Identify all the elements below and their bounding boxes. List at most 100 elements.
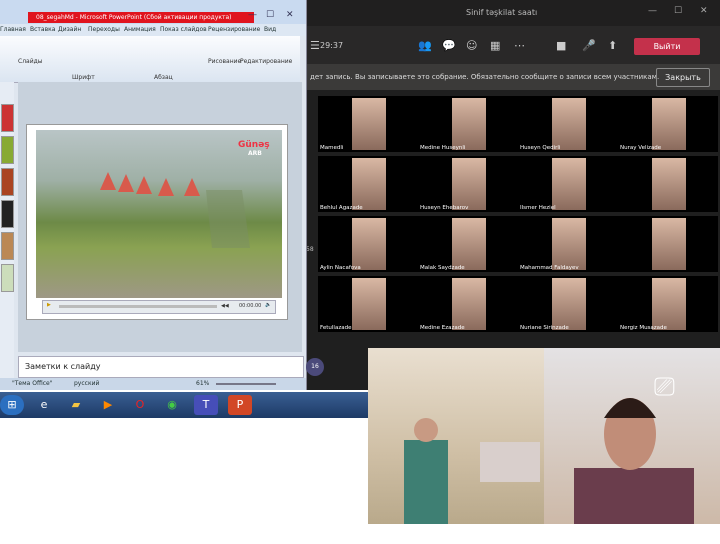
tab-transitions[interactable]: Переходы bbox=[88, 26, 120, 33]
slide-thumbnail[interactable] bbox=[1, 168, 14, 196]
tab-animation[interactable]: Анимация bbox=[124, 26, 156, 33]
video-feed bbox=[552, 218, 586, 270]
powerpoint-icon[interactable]: P bbox=[228, 395, 252, 415]
rewind-icon[interactable]: ◀◀ bbox=[221, 303, 229, 309]
ie-icon[interactable]: e bbox=[32, 395, 56, 415]
video-feed bbox=[452, 278, 486, 330]
share-icon[interactable]: ⬆ bbox=[608, 39, 617, 52]
teams-window: Sinif təşkilat saatı — ☐ ✕ ☰ 29:37 👥 💬 ☺… bbox=[306, 0, 720, 390]
camera-icon[interactable]: ■ bbox=[556, 39, 566, 52]
video-time: 00:00.00 bbox=[239, 303, 262, 309]
slide-thumbnail[interactable] bbox=[1, 136, 14, 164]
teacher-figure bbox=[574, 398, 694, 524]
participant-tile[interactable]: Mamedli bbox=[318, 96, 418, 152]
participant-tile[interactable]: Mahammad Faldayev bbox=[518, 216, 618, 272]
drawing-button[interactable]: Рисование bbox=[208, 58, 241, 65]
participants-icon[interactable]: 👥 bbox=[418, 39, 432, 52]
video-feed bbox=[352, 278, 386, 330]
breakout-icon[interactable]: ▦ bbox=[490, 39, 500, 52]
close-icon[interactable]: ✕ bbox=[700, 6, 708, 16]
tab-home[interactable]: Главная bbox=[0, 26, 26, 33]
participant-name: Ilsmer Heziel bbox=[520, 205, 556, 211]
participant-tile[interactable]: Huseyn Qedirli bbox=[518, 96, 618, 152]
participant-tile[interactable]: Medine Huseynli bbox=[418, 96, 518, 152]
minimize-icon[interactable]: — bbox=[648, 6, 657, 16]
tab-review[interactable]: Рецензирование bbox=[208, 26, 260, 33]
slide-thumbnail[interactable] bbox=[1, 200, 14, 228]
tab-slideshow[interactable]: Показ слайдов bbox=[160, 26, 207, 33]
dancer bbox=[118, 174, 134, 192]
participant-tile[interactable]: Nuriane Sirinzade bbox=[518, 276, 618, 332]
participant-tile[interactable]: Aylin Nacafova bbox=[318, 216, 418, 272]
dancer bbox=[100, 172, 116, 190]
video-feed bbox=[652, 218, 686, 270]
slide-thumbnail[interactable] bbox=[1, 264, 14, 292]
participant-tile[interactable]: Behlul Agazade bbox=[318, 156, 418, 212]
powerpoint-window: 08_segahMd - Microsoft PowerPoint (Сбой … bbox=[0, 0, 307, 390]
extra-participants-count[interactable]: 16 bbox=[306, 358, 324, 376]
participant-tile[interactable]: Fetullazade bbox=[318, 276, 418, 332]
more-icon[interactable]: ⋯ bbox=[514, 39, 525, 52]
chat-icon[interactable]: 💬 bbox=[442, 39, 456, 52]
meeting-timer: 29:37 bbox=[320, 41, 344, 50]
ribbon: Слайды Шрифт Абзац Рисование Редактирова… bbox=[0, 36, 300, 83]
notes-placeholder: Заметки к слайду bbox=[25, 362, 101, 371]
close-icon[interactable]: ✕ bbox=[286, 10, 294, 20]
meeting-toolbar: ☰ 29:37 👥 💬 ☺ ▦ ⋯ ■ 🎤 ⬆ Выйти bbox=[306, 26, 720, 64]
participant-tile[interactable]: Malak Saydzade bbox=[418, 216, 518, 272]
participant-name: Nergiz Musazade bbox=[620, 325, 667, 331]
video-feed bbox=[552, 98, 586, 150]
notes-pane[interactable]: Заметки к слайду bbox=[18, 356, 304, 378]
tab-view[interactable]: Вид bbox=[264, 26, 276, 33]
editing-button[interactable]: Редактирование bbox=[240, 58, 292, 65]
participant-tile[interactable] bbox=[618, 216, 718, 272]
folder-icon[interactable]: ▰ bbox=[64, 395, 88, 415]
child-figure bbox=[404, 418, 540, 524]
leave-button[interactable]: Выйти bbox=[634, 38, 700, 55]
desktop-background bbox=[0, 418, 370, 544]
recording-message: дет запись. Вы записываете это собрание.… bbox=[310, 73, 660, 81]
volume-icon[interactable]: 🔈 bbox=[265, 302, 271, 308]
windows-start-icon[interactable]: ⊞ bbox=[0, 395, 24, 415]
media-icon[interactable]: ▶ bbox=[96, 395, 120, 415]
zoom-slider[interactable] bbox=[216, 383, 276, 385]
logo: Günəş ARB bbox=[238, 140, 270, 157]
participant-tile[interactable] bbox=[618, 156, 718, 212]
dress bbox=[404, 440, 448, 524]
participant-name: Fetullazade bbox=[320, 325, 352, 331]
chrome-icon[interactable]: ◉ bbox=[160, 395, 184, 415]
tab-insert[interactable]: Вставка bbox=[30, 26, 55, 33]
video-feed bbox=[552, 278, 586, 330]
slides-group-label[interactable]: Слайды bbox=[18, 58, 43, 65]
participant-tile[interactable]: Huseyn Ehebarov bbox=[418, 156, 518, 212]
camera-feed-child bbox=[368, 348, 544, 524]
slide-thumbnail[interactable] bbox=[1, 232, 14, 260]
play-icon[interactable]: ▶ bbox=[47, 302, 51, 308]
menu-icon[interactable]: ☰ bbox=[310, 39, 320, 52]
participant-name: Huseyn Ehebarov bbox=[420, 205, 469, 211]
opera-icon[interactable]: O bbox=[128, 395, 152, 415]
participant-tile[interactable]: Medine Ezazade bbox=[418, 276, 518, 332]
tab-design[interactable]: Дизайн bbox=[58, 26, 81, 33]
slide-thumbnail[interactable] bbox=[1, 104, 14, 132]
maximize-icon[interactable]: ☐ bbox=[266, 10, 274, 20]
participant-grid: Mamedli Medine Huseynli Huseyn Qedirli N… bbox=[318, 96, 718, 336]
mic-icon[interactable]: 🎤 bbox=[582, 39, 596, 52]
minimize-icon[interactable]: — bbox=[248, 10, 257, 20]
video-feed bbox=[552, 158, 586, 210]
close-banner-button[interactable]: Закрыть bbox=[656, 68, 710, 87]
participant-tile[interactable]: Nuray Velizade bbox=[618, 96, 718, 152]
participant-name: Malak Saydzade bbox=[420, 265, 465, 271]
participant-tile[interactable]: Nergiz Musazade bbox=[618, 276, 718, 332]
status-theme: "Тема Office" bbox=[12, 380, 53, 387]
participant-tile[interactable]: Ilsmer Heziel bbox=[518, 156, 618, 212]
video-feed bbox=[452, 218, 486, 270]
maximize-icon[interactable]: ☐ bbox=[674, 6, 682, 16]
camera-switch-icon[interactable]: ⎚ bbox=[654, 372, 675, 403]
reactions-icon[interactable]: ☺ bbox=[466, 39, 477, 52]
slide-thumbnails bbox=[0, 82, 14, 384]
dancer bbox=[158, 178, 174, 196]
participant-name: Nuriane Sirinzade bbox=[520, 325, 569, 331]
seek-bar[interactable] bbox=[59, 305, 217, 308]
teams-icon[interactable]: T bbox=[194, 395, 218, 415]
